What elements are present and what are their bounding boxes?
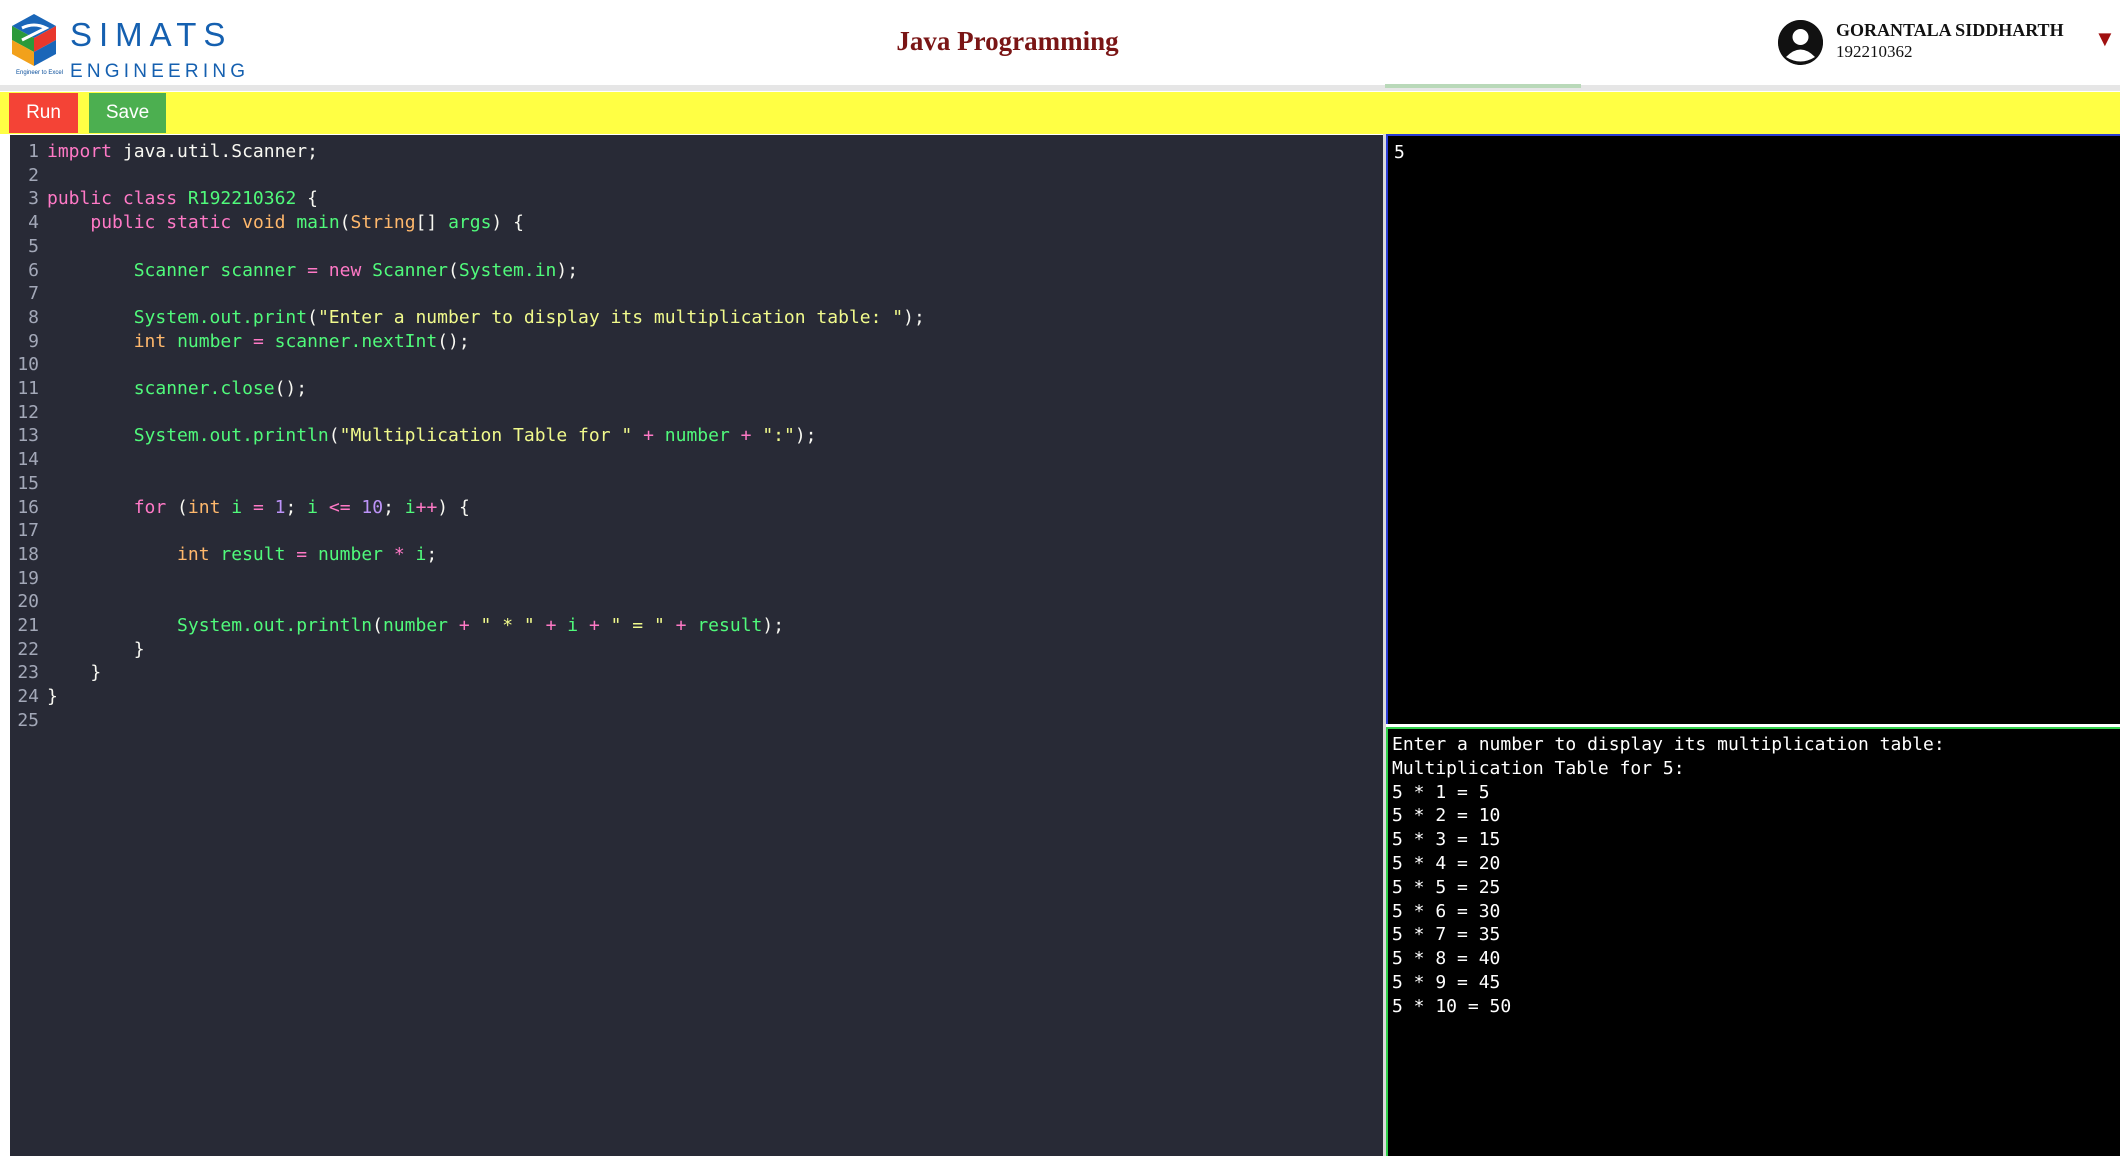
line-number: 20 [17, 591, 39, 613]
output-console: Enter a number to display its multiplica… [1386, 727, 2120, 1156]
user-avatar-icon[interactable] [1778, 20, 1823, 65]
line-number: 17 [17, 520, 39, 542]
code-text: public class R192210362 { [47, 188, 318, 210]
code-line[interactable]: 24} [10, 685, 1383, 709]
code-text: Scanner scanner = new Scanner(System.in)… [133, 259, 579, 281]
code-line[interactable]: 7 [10, 282, 1383, 306]
code-line[interactable]: 22 } [10, 638, 1383, 662]
line-number: 12 [17, 401, 39, 423]
save-button[interactable]: Save [89, 93, 166, 133]
line-number: 2 [28, 164, 39, 186]
line-number: 18 [17, 543, 39, 565]
app-header: Engineer to Excel SIMATS ENGINEERING Jav… [0, 0, 2120, 85]
line-number: 10 [17, 354, 39, 376]
output-line: 5 * 3 = 15 [1392, 829, 1501, 851]
output-line: Enter a number to display its multiplica… [1392, 734, 1945, 755]
logo-subtitle: ENGINEERING [70, 61, 250, 82]
user-name: GORANTALA SIDDHARTH [1836, 20, 2064, 40]
code-line[interactable]: 10 [10, 353, 1383, 377]
line-number: 15 [17, 472, 39, 494]
line-number: 23 [17, 662, 39, 684]
code-text: } [47, 662, 102, 684]
code-line[interactable]: 13 System.out.println("Multiplication Ta… [10, 424, 1383, 448]
code-line[interactable]: 20 [10, 590, 1383, 614]
line-number: 13 [17, 425, 39, 447]
code-line[interactable]: 21 System.out.println(number + " * " + i… [10, 614, 1383, 638]
code-text: System.out.print("Enter a number to disp… [133, 306, 925, 328]
line-number: 5 [28, 235, 39, 257]
code-line[interactable]: 11 scanner.close(); [10, 377, 1383, 401]
output-line: 5 * 8 = 40 [1392, 948, 1501, 970]
toolbar: Run Save [0, 92, 2120, 134]
line-number: 22 [17, 638, 39, 660]
caret-down-icon[interactable]: ▼ [2094, 28, 2116, 50]
code-line[interactable]: 16 for (int i = 1; i <= 10; i++) { [10, 496, 1383, 520]
code-text: int result = number * i; [177, 543, 438, 565]
output-line: 5 * 10 = 50 [1392, 995, 1512, 1017]
output-line: 5 * 4 = 20 [1392, 853, 1501, 874]
line-number: 7 [28, 283, 39, 305]
code-line[interactable]: 14 [10, 448, 1383, 472]
line-number: 9 [28, 330, 39, 352]
page-title: Java Programming [896, 26, 1119, 56]
code-line[interactable]: 5 [10, 235, 1383, 259]
line-number: 1 [28, 141, 39, 162]
output-line: 5 * 7 = 35 [1392, 924, 1501, 946]
code-line[interactable]: 25 [10, 709, 1383, 733]
code-line[interactable]: 6 Scanner scanner = new Scanner(System.i… [10, 259, 1383, 283]
output-line: 5 * 2 = 10 [1392, 805, 1501, 827]
line-number: 6 [28, 259, 39, 281]
code-text: } [47, 638, 145, 660]
output-line: 5 * 5 = 25 [1392, 876, 1501, 898]
code-text: scanner.close(); [133, 378, 308, 399]
code-text: int number = scanner.nextInt(); [133, 330, 470, 352]
line-number: 19 [17, 567, 39, 589]
code-line[interactable]: 19 [10, 567, 1383, 591]
header-divider [0, 85, 2120, 91]
code-text: System.out.println("Multiplication Table… [133, 425, 817, 447]
logo-tagline: Engineer to Excel [16, 70, 64, 76]
code-text: import java.util.Scanner; [47, 141, 318, 162]
line-number: 11 [17, 378, 39, 399]
line-number: 14 [17, 449, 39, 471]
code-text: for (int i = 1; i <= 10; i++) { [133, 496, 470, 518]
line-number: 4 [28, 212, 39, 234]
user-id: 192210362 [1836, 42, 1913, 61]
code-text: } [47, 686, 58, 708]
line-number: 8 [28, 306, 39, 328]
line-number: 24 [17, 686, 39, 708]
stdin-value: 5 [1394, 142, 1405, 163]
code-line[interactable]: 4 public static void main(String[] args)… [10, 211, 1383, 235]
code-editor[interactable]: 1 import java.util.Scanner; 2 3 public class… [10, 135, 1383, 1156]
code-text: System.out.println(number + " * " + i + … [177, 615, 785, 636]
stdin-input[interactable]: 5 [1386, 134, 2120, 724]
code-text: public static void main(String[] args) { [90, 212, 524, 234]
output-line: 5 * 9 = 45 [1392, 972, 1501, 993]
code-line[interactable]: 3 public class R192210362 { [10, 187, 1383, 211]
output-line: 5 * 6 = 30 [1392, 900, 1501, 922]
header-divider-accent [1385, 84, 1581, 88]
code-line[interactable]: 9 int number = scanner.nextInt(); [10, 330, 1383, 354]
code-line[interactable]: 17 [10, 519, 1383, 543]
code-line[interactable]: 18 int result = number * i; [10, 543, 1383, 567]
output-line: 5 * 1 = 5 [1392, 781, 1490, 803]
code-line[interactable]: 23 } [10, 661, 1383, 685]
line-number: 16 [17, 496, 39, 518]
line-number: 3 [28, 188, 39, 210]
code-line[interactable]: 2 [10, 164, 1383, 188]
run-button[interactable]: Run [9, 93, 78, 133]
code-line[interactable]: 1 import java.util.Scanner; [10, 140, 1383, 164]
code-line[interactable]: 8 System.out.print("Enter a number to di… [10, 306, 1383, 330]
line-number: 21 [17, 615, 39, 636]
code-line[interactable]: 15 [10, 472, 1383, 496]
output-line: Multiplication Table for 5: [1392, 757, 1685, 779]
line-number: 25 [17, 709, 39, 731]
code-line[interactable]: 12 [10, 401, 1383, 425]
